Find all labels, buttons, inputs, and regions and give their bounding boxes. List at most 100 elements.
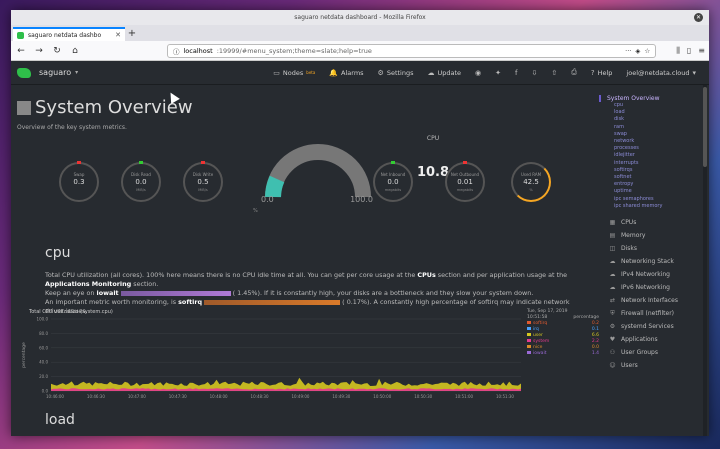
sidebar-item-firewall-netfilter-[interactable]: ⛨ Firewall (netfilter) [601,307,701,320]
print-icon: ⎙ [571,68,577,76]
sidebar-subitem-ipc-semaphores[interactable]: ipc semaphores [601,196,701,203]
x-tick-label: 10:51:30 [496,394,514,399]
nodes-button[interactable]: ▭ Nodes beta [266,69,322,77]
sidebar-subitem-ipc-shared-memory[interactable]: ipc shared memory [601,203,701,210]
x-tick-label: 10:49:00 [291,394,309,399]
help-button[interactable]: ? Help [584,69,620,77]
update-button[interactable]: ☁ Update [421,69,469,77]
facebook-button[interactable]: f [508,69,524,77]
reload-icon[interactable]: ↻ [51,46,63,56]
info-icon[interactable]: ⓘ [173,46,180,56]
import-button[interactable]: ⇧ [544,69,564,77]
link-applications-monitoring[interactable]: Applications Monitoring [45,280,131,288]
sidebar-item-network-interfaces[interactable]: ⇄ Network Interfaces [601,294,701,307]
legend-swatch [527,327,531,330]
sidebar-item-system-overview[interactable]: System Overview [599,95,701,102]
sidebar-item-ipv4-networking[interactable]: ☁ IPv4 Networking [601,268,701,281]
tab-netdata[interactable]: saguaro netdata dashbo ✕ [13,27,125,41]
cloud-icon: ☁ [609,258,616,266]
gauge-disk-read[interactable]: Disk Read 0.0 MiB/s [121,161,161,202]
sidebar-item-memory[interactable]: ▤ Memory [601,229,701,242]
page-scrollbar[interactable] [703,85,707,436]
library-icon[interactable]: ⫼ [676,46,680,56]
netdata-logo-icon[interactable] [17,67,31,78]
x-tick-label: 10:48:00 [210,394,228,399]
export-button[interactable]: ⇩ [525,69,545,77]
chart-title: Total CPU utilization (system.cpu) [29,309,113,315]
sidebar-subitem-cpu[interactable]: cpu [601,102,701,109]
download-icon: ⇩ [531,68,538,77]
cpu-chart[interactable]: Total CPU utilization (system.cpu) 100.0… [17,309,599,409]
sidebar-item-disks[interactable]: ◫ Disks [601,242,701,255]
new-tab-button[interactable]: + [125,27,139,41]
monitor-icon: ▭ [273,68,280,77]
y-axis-label: percentage [21,342,27,368]
sidebar-item-cpus[interactable]: ▦ CPUs [601,216,701,229]
settings-button[interactable]: ⚙ Settings [371,69,421,77]
github-button[interactable]: ◉ [468,69,488,77]
sidebar-toggle-icon[interactable]: ▯ [687,46,691,56]
sidebar-item-networking-stack[interactable]: ☁ Networking Stack [601,255,701,268]
page-actions-icon[interactable]: ··· [625,47,631,55]
sidebar-subitem-softirqs[interactable]: softirqs [601,167,701,174]
sidebar-subitem-interrupts[interactable]: interrupts [601,160,701,167]
sidebar-item-user-groups[interactable]: ⚇ User Groups [601,346,701,359]
bookmark-star-icon[interactable]: ☆ [644,47,650,55]
legend-swatch [527,345,531,348]
sidebar-subitem-entropy[interactable]: entropy [601,181,701,188]
legend-row-nice[interactable]: nice 0.0 [527,345,599,350]
legend-row-iowait[interactable]: iowait 1.4 [527,351,599,356]
gauge-used-ram[interactable]: Used RAM 42.5 % [511,162,551,202]
legend-swatch [527,351,531,354]
host-selector[interactable]: saguaro [39,68,71,77]
cpu-chart-svg[interactable]: 100.0 80.0 60.0 40.0 20.0 0.0 percentage 10:46:… [17,317,527,407]
close-icon[interactable]: ✕ [694,13,703,22]
link-cpus[interactable]: CPUs [417,271,435,279]
sidebar-item-applications[interactable]: ♥ Applications [601,333,701,346]
close-tab-icon[interactable]: ✕ [115,31,121,39]
sidebar-item-ipv6-networking[interactable]: ☁ IPv6 Networking [601,281,701,294]
heartbeat-icon: ♥ [609,336,616,344]
x-tick-label: 10:50:30 [414,394,432,399]
sidebar-subitem-network[interactable]: network [601,138,701,145]
sidebar-item-users[interactable]: ☺ Users [601,359,701,372]
sidebar-subitem-ram[interactable]: ram [601,124,701,131]
sidebar-subitem-disk[interactable]: disk [601,116,701,123]
legend-row-softirq[interactable]: softirq 0.2 [527,321,599,326]
legend-row-irq[interactable]: irq 0.1 [527,327,599,332]
cpu-gauge-max: 100.0 [350,195,373,204]
gauge-net-inbound[interactable]: Net Inbound 0.0 megabits [373,161,413,202]
twitter-button[interactable]: ✦ [488,69,508,77]
gauge-swap[interactable]: Swap 0.3 [59,161,99,202]
gauge-net-outbound[interactable]: Net Outbound 0.01 megabits [445,161,485,202]
account-button[interactable]: joel@netdata.cloud ▾ [619,69,703,77]
gauge-disk-write[interactable]: Disk Write 0.5 MiB/s [183,161,223,202]
cpu-gauge[interactable]: CPU 10.8 0.0 100.0 % [253,135,449,215]
sidebar-subitem-uptime[interactable]: uptime [601,188,701,195]
legend-row-system[interactable]: system 2.2 [527,339,599,344]
caret-down-icon[interactable]: ▾ [75,69,78,76]
print-button[interactable]: ⎙ [564,68,584,77]
sidebar-subitem-softnet[interactable]: softnet [601,174,701,181]
back-icon[interactable]: ← [15,46,27,56]
hamburger-menu-icon[interactable]: ≡ [698,46,705,56]
sidebar-subitem-load[interactable]: load [601,109,701,116]
section-cpu-title: cpu [45,245,71,261]
main-panel: System Overview Overview of the key syst… [11,85,601,436]
url-bar[interactable]: ⓘ localhost:19999/#menu_system;theme=sla… [167,43,657,58]
legend-row-user[interactable]: user 6.6 [527,333,599,338]
alarms-button[interactable]: 🔔 Alarms [322,69,370,77]
pocket-icon[interactable]: ◈ [635,47,640,55]
sidebar-subitem-idlejitter[interactable]: idlejitter [601,152,701,159]
window-title: saguaro netdata dashboard - Mozilla Fire… [294,14,426,21]
bell-icon: 🔔 [329,68,339,77]
tab-bar: saguaro netdata dashbo ✕ + [11,25,709,41]
disk-icon: ◫ [609,245,616,253]
sidebar-subitem-swap[interactable]: swap [601,131,701,138]
forward-icon[interactable]: → [33,46,45,56]
caret-down-icon: ▾ [692,68,696,77]
sidebar-subitem-processes[interactable]: processes [601,145,701,152]
dashboard-content: System Overview Overview of the key syst… [11,85,709,436]
home-icon[interactable]: ⌂ [69,46,81,56]
sidebar-item-systemd-services[interactable]: ⚙ systemd Services [601,320,701,333]
